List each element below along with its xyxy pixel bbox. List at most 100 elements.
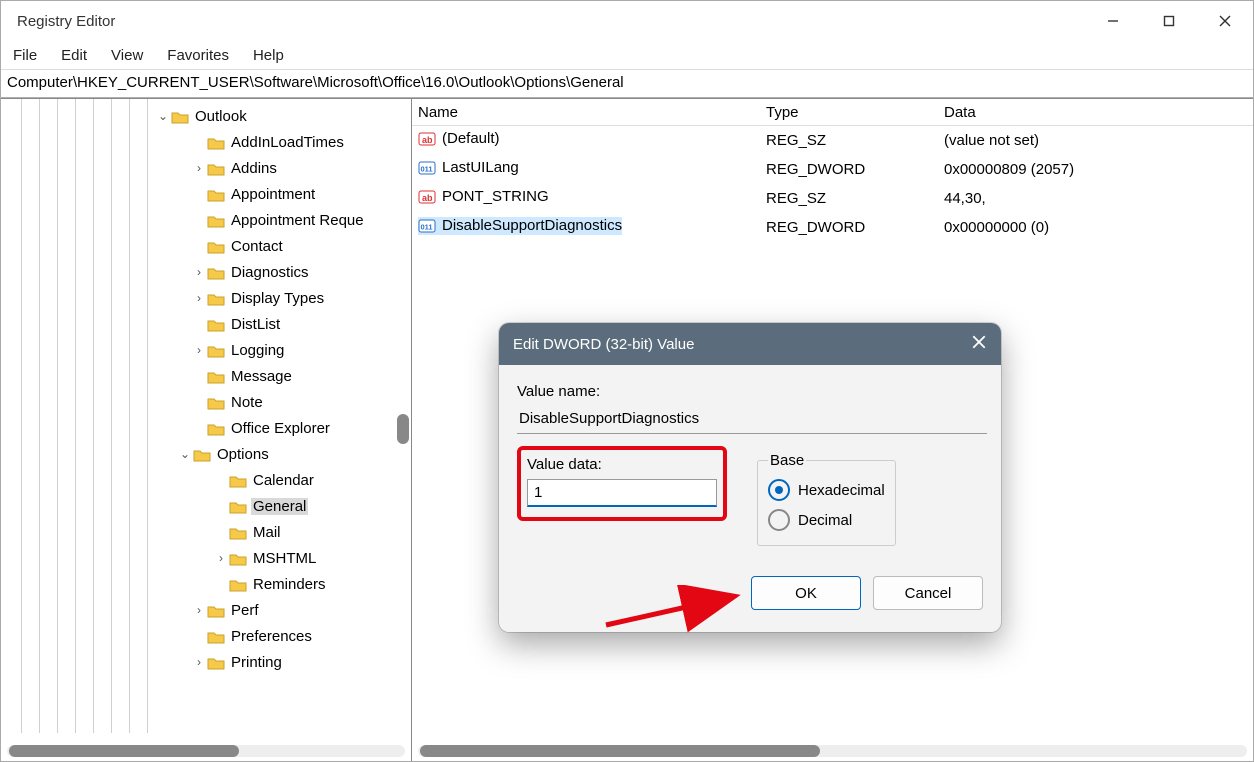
folder-icon: [207, 628, 225, 645]
dword-value-icon: 011: [418, 159, 438, 177]
tree-vertical-scrollbar[interactable]: [397, 414, 409, 444]
chevron-down-icon[interactable]: ⌄: [177, 447, 193, 461]
maximize-button[interactable]: [1141, 1, 1197, 41]
tree-item-logging[interactable]: ›Logging: [1, 337, 411, 363]
folder-icon: [229, 472, 247, 489]
tree-item-reminders[interactable]: Reminders: [1, 571, 411, 597]
folder-icon: [229, 576, 247, 593]
menu-file[interactable]: File: [13, 47, 37, 64]
value-row[interactable]: 011LastUILang REG_DWORD0x00000809 (2057): [412, 155, 1253, 184]
tree-item-note[interactable]: Note: [1, 389, 411, 415]
window-title: Registry Editor: [17, 13, 115, 30]
dialog-close-button[interactable]: [971, 334, 987, 354]
close-button[interactable]: [1197, 1, 1253, 41]
tree-item-appointment[interactable]: Appointment: [1, 181, 411, 207]
value-type: REG_SZ: [766, 190, 944, 207]
minimize-button[interactable]: [1085, 1, 1141, 41]
value-data-highlight: Value data:: [517, 446, 727, 521]
menu-help[interactable]: Help: [253, 47, 284, 64]
ok-button[interactable]: OK: [751, 576, 861, 610]
value-row[interactable]: abPONT_STRINGREG_SZ44,30,: [412, 184, 1253, 213]
tree-item-addinloadtimes[interactable]: AddInLoadTimes: [1, 129, 411, 155]
value-name-label: Value name:: [517, 383, 983, 400]
folder-icon: [207, 342, 225, 359]
base-group: Base Hexadecimal Decimal: [757, 452, 896, 546]
menu-view[interactable]: View: [111, 47, 143, 64]
tree-item-outlook[interactable]: ⌄ Outlook: [1, 103, 411, 129]
svg-text:ab: ab: [422, 193, 433, 203]
folder-icon: [207, 160, 225, 177]
tree-item-mshtml[interactable]: ›MSHTML: [1, 545, 411, 571]
column-type[interactable]: Type: [766, 104, 944, 121]
values-list[interactable]: ab(Default)REG_SZ(value not set)011LastU…: [412, 126, 1253, 242]
title-bar: Registry Editor: [1, 1, 1253, 41]
tree-item-mail[interactable]: Mail: [1, 519, 411, 545]
value-data: 0x00000000 (0): [944, 219, 1253, 236]
radio-hexadecimal[interactable]: Hexadecimal: [768, 475, 885, 505]
folder-icon: [207, 264, 225, 281]
column-name[interactable]: Name: [418, 104, 766, 121]
tree-item-preferences[interactable]: Preferences: [1, 623, 411, 649]
tree-item-message[interactable]: Message: [1, 363, 411, 389]
radio-icon: [768, 509, 790, 531]
value-data: (value not set): [944, 132, 1253, 149]
value-name: PONT_STRING: [442, 188, 549, 205]
chevron-right-icon[interactable]: ›: [191, 603, 207, 617]
value-name-field[interactable]: [517, 406, 987, 434]
chevron-right-icon[interactable]: ›: [191, 265, 207, 279]
value-row[interactable]: 011DisableSupportDiagnosticsREG_DWORD0x0…: [412, 213, 1253, 242]
tree-item-contact[interactable]: Contact: [1, 233, 411, 259]
values-horizontal-scrollbar[interactable]: [418, 745, 1247, 757]
value-data-label: Value data:: [527, 456, 717, 473]
folder-icon: [229, 524, 247, 541]
tree-item-addins[interactable]: ›Addins: [1, 155, 411, 181]
dialog-title: Edit DWORD (32-bit) Value: [513, 336, 694, 353]
value-type: REG_SZ: [766, 132, 944, 149]
string-value-icon: ab: [418, 188, 438, 206]
chevron-right-icon[interactable]: ›: [191, 161, 207, 175]
folder-icon: [207, 134, 225, 151]
values-header: Name Type Data: [412, 99, 1253, 126]
svg-text:011: 011: [421, 222, 433, 231]
address-bar[interactable]: Computer\HKEY_CURRENT_USER\Software\Micr…: [1, 69, 1253, 98]
folder-icon: [229, 498, 247, 515]
folder-icon: [207, 316, 225, 333]
chevron-right-icon[interactable]: ›: [191, 291, 207, 305]
base-label: Base: [768, 452, 806, 469]
value-name: (Default): [442, 130, 500, 147]
value-data: 0x00000809 (2057): [944, 161, 1253, 178]
folder-icon: [207, 238, 225, 255]
menu-edit[interactable]: Edit: [61, 47, 87, 64]
tree-item-printing[interactable]: ›Printing: [1, 649, 411, 675]
folder-icon: [207, 212, 225, 229]
tree-item-distlist[interactable]: DistList: [1, 311, 411, 337]
column-data[interactable]: Data: [944, 104, 1253, 121]
menu-bar: File Edit View Favorites Help: [1, 41, 1253, 69]
folder-icon: [207, 654, 225, 671]
value-row[interactable]: ab (Default) REG_SZ(value not set): [412, 126, 1253, 155]
value-data-input[interactable]: [527, 479, 717, 507]
chevron-right-icon[interactable]: ›: [213, 551, 229, 565]
svg-text:ab: ab: [422, 135, 433, 145]
value-type: REG_DWORD: [766, 161, 944, 178]
chevron-right-icon[interactable]: ›: [191, 343, 207, 357]
tree-item-calendar[interactable]: Calendar: [1, 467, 411, 493]
registry-tree[interactable]: ⌄ Outlook AddInLoadTimes ›Addins Appoint…: [1, 99, 411, 705]
tree-item-appointment-request[interactable]: Appointment Reque: [1, 207, 411, 233]
folder-icon: [207, 602, 225, 619]
tree-item-options[interactable]: ⌄Options: [1, 441, 411, 467]
chevron-right-icon[interactable]: ›: [191, 655, 207, 669]
tree-item-display-types[interactable]: ›Display Types: [1, 285, 411, 311]
menu-favorites[interactable]: Favorites: [167, 47, 229, 64]
cancel-button[interactable]: Cancel: [873, 576, 983, 610]
tree-item-diagnostics[interactable]: ›Diagnostics: [1, 259, 411, 285]
radio-decimal[interactable]: Decimal: [768, 505, 885, 535]
tree-pane: ⌄ Outlook AddInLoadTimes ›Addins Appoint…: [1, 99, 412, 761]
chevron-down-icon[interactable]: ⌄: [155, 109, 171, 123]
tree-item-perf[interactable]: ›Perf: [1, 597, 411, 623]
tree-item-general[interactable]: General: [1, 493, 411, 519]
value-name: LastUILang: [442, 159, 519, 176]
tree-item-office-explorer[interactable]: Office Explorer: [1, 415, 411, 441]
folder-icon: [171, 108, 189, 125]
tree-horizontal-scrollbar[interactable]: [7, 745, 405, 757]
